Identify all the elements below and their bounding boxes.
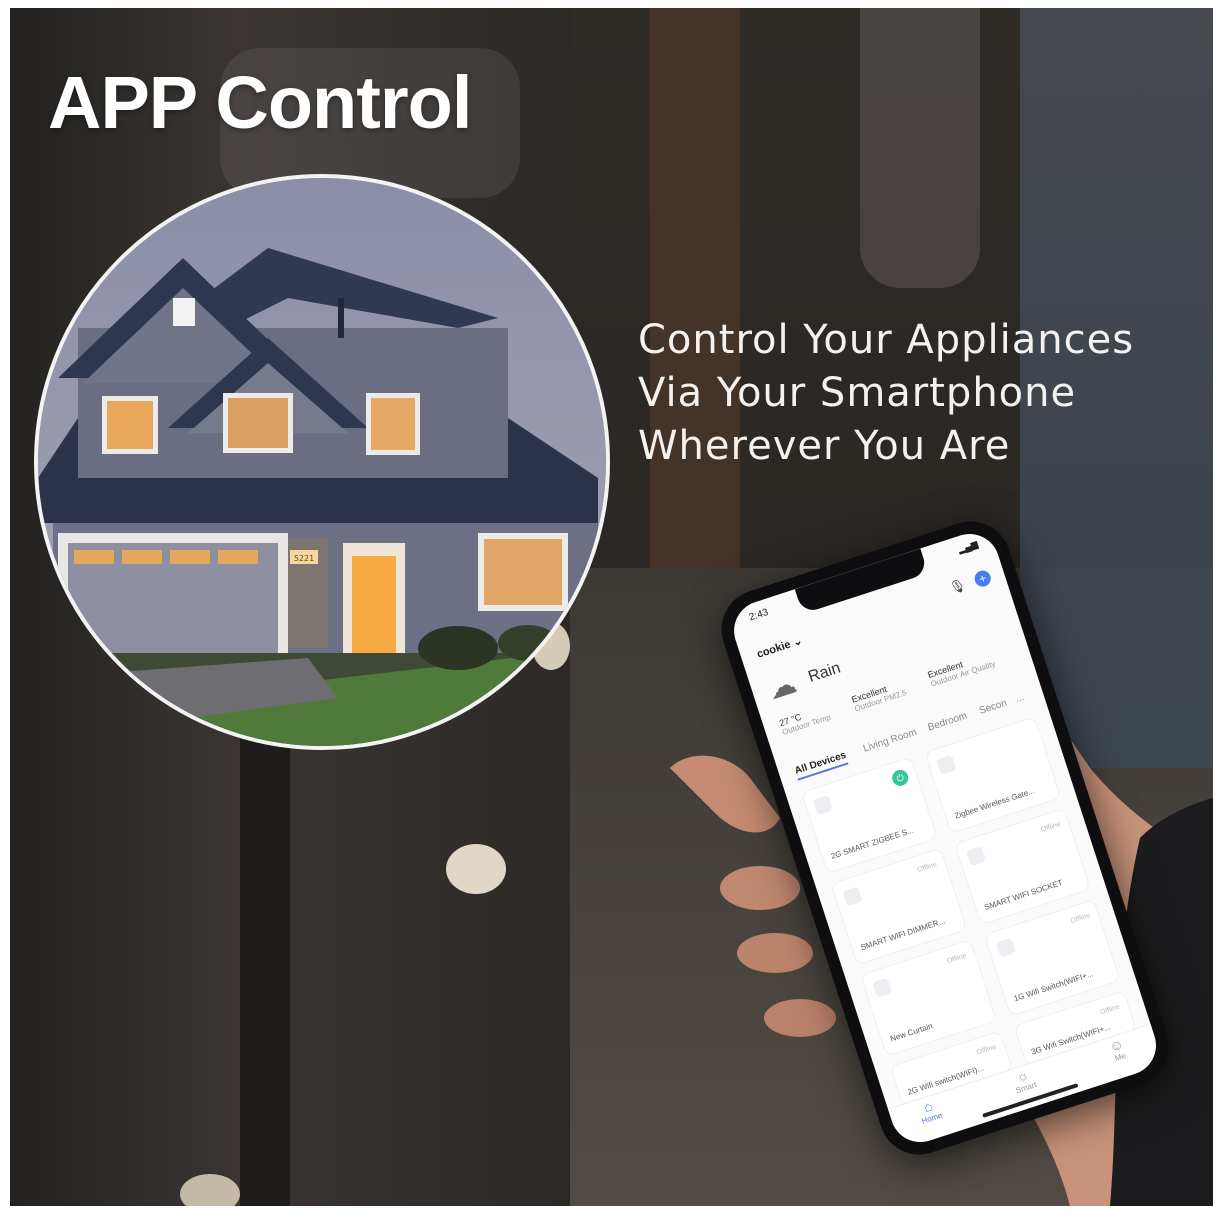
advert-scene: APP Control 5221 Control Your Appliances…: [10, 8, 1213, 1206]
window-glow: [371, 398, 415, 450]
device-icon: [936, 754, 957, 776]
device-icon: [812, 795, 833, 816]
garage-window: [122, 550, 162, 564]
device-name: 1G Wifi Switch(WIFI+...: [1012, 969, 1095, 1004]
garage-window: [74, 550, 114, 564]
tab-second[interactable]: Secon: [978, 698, 1008, 717]
chimney-pipe: [338, 298, 344, 338]
tab-living-room[interactable]: Living Room: [862, 727, 918, 755]
garage-window: [218, 550, 258, 564]
device-status: Offline: [946, 952, 968, 966]
device-icon: [966, 846, 987, 867]
device-name: New Curtain: [889, 1021, 934, 1044]
weather-condition: Rain: [806, 659, 843, 686]
chevron-down-icon: ⌄: [791, 634, 804, 650]
status-signal-icon: ▂▄▆: [956, 538, 980, 555]
light-bokeh: [446, 844, 506, 894]
front-door: [352, 556, 396, 653]
background-person: [860, 8, 980, 288]
device-status: Offline: [916, 861, 938, 874]
device-name: Zigbee Wireless Gate...: [953, 786, 1036, 821]
device-name: 2G SMART ZIGBEE S...: [829, 825, 915, 861]
tab-more[interactable]: ...: [1014, 692, 1025, 705]
device-icon: [995, 937, 1016, 958]
device-status: Offline: [1040, 820, 1062, 834]
device-status: Offline: [975, 1043, 998, 1057]
attic-vent: [173, 298, 195, 326]
device-icon: [872, 977, 893, 998]
tagline-line: Control Your Appliances: [638, 317, 1135, 363]
device-status: Offline: [1099, 1003, 1121, 1017]
tagline-line: Wherever You Are: [638, 423, 1011, 469]
status-time: 2:43: [747, 606, 770, 624]
window-glow: [484, 539, 562, 605]
house-photo: 5221: [34, 174, 610, 750]
device-status: Offline: [1069, 912, 1092, 926]
cloud-rain-icon: ☁: [764, 667, 801, 706]
garage-window: [170, 550, 210, 564]
window-glow: [228, 398, 288, 448]
add-device-button[interactable]: +: [972, 568, 993, 589]
tab-bedroom[interactable]: Bedroom: [927, 711, 969, 734]
home-name: cookie: [755, 638, 793, 661]
device-name: SMART WIFI DIMMER...: [859, 916, 947, 953]
house-illustration: 5221: [38, 178, 606, 746]
headline: APP Control: [48, 61, 472, 144]
house-number: 5221: [294, 554, 314, 563]
home-switcher[interactable]: cookie ⌄: [755, 634, 804, 661]
power-toggle-icon[interactable]: ⏻: [890, 767, 911, 788]
tab-all-devices[interactable]: All Devices: [793, 749, 849, 781]
tagline: Control Your Appliances Via Your Smartph…: [638, 314, 1134, 473]
microphone-icon[interactable]: 🎙: [947, 577, 968, 597]
tagline-line: Via Your Smartphone: [638, 370, 1077, 416]
light-bokeh: [180, 1174, 240, 1206]
shrub: [418, 626, 498, 670]
device-icon: [842, 886, 863, 907]
device-name: SMART WIFI SOCKET: [983, 878, 1064, 912]
window-glow: [107, 401, 153, 449]
background-window-frame: [240, 708, 290, 1206]
